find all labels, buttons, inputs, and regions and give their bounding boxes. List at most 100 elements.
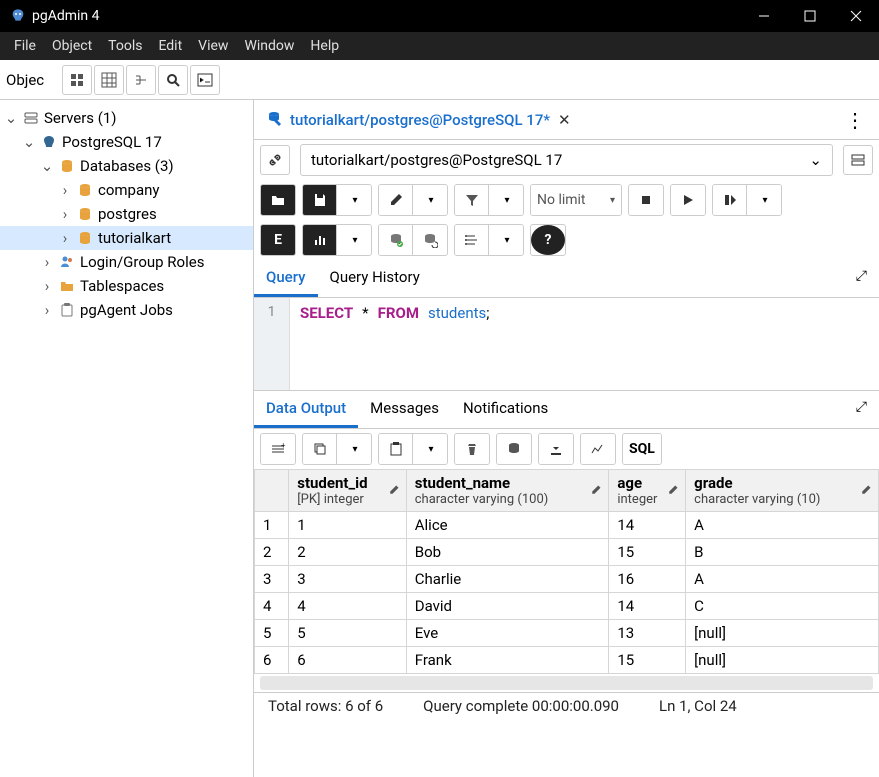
chevron-right-icon[interactable]: › [40, 253, 54, 271]
stop-button[interactable] [629, 185, 663, 215]
cell-student-id[interactable]: 6 [289, 647, 407, 674]
menu-help[interactable]: Help [310, 38, 339, 54]
tab-menu-button[interactable]: ⋮ [831, 108, 879, 132]
edit-column-icon[interactable] [388, 482, 400, 500]
cell-grade[interactable]: [null] [686, 647, 879, 674]
column-header[interactable]: student_id[PK] integer [289, 470, 407, 512]
paste-dropdown[interactable]: ▾ [413, 434, 447, 464]
filter-button[interactable] [455, 185, 489, 215]
editor-tab[interactable]: tutorialkart/postgres@PostgreSQL 17* ✕ [254, 110, 583, 130]
chevron-down-icon[interactable]: ⌄ [4, 109, 18, 127]
filter-dropdown[interactable]: ▾ [489, 185, 523, 215]
commit-button[interactable] [379, 225, 413, 255]
tree-postgresql17[interactable]: ⌄ PostgreSQL 17 [0, 130, 253, 154]
column-header[interactable]: student_namecharacter varying (100) [406, 470, 609, 512]
tree-tablespaces[interactable]: › Tablespaces [0, 274, 253, 298]
cell-age[interactable]: 13 [609, 620, 686, 647]
row-number[interactable]: 6 [255, 647, 289, 674]
window-maximize-button[interactable] [787, 0, 833, 32]
cell-grade[interactable]: A [686, 512, 879, 539]
table-row[interactable]: 44David14C [255, 593, 879, 620]
save-dropdown[interactable]: ▾ [337, 185, 371, 215]
cell-student-name[interactable]: Bob [406, 539, 609, 566]
cell-student-id[interactable]: 5 [289, 620, 407, 647]
graph-visualizer-button[interactable] [581, 434, 615, 464]
expand-output-icon[interactable]: ⤢ [844, 391, 879, 428]
tree-pgagent[interactable]: › pgAgent Jobs [0, 298, 253, 322]
edit-column-icon[interactable] [860, 482, 872, 500]
dependencies-icon[interactable] [126, 65, 156, 95]
tab-query[interactable]: Query [254, 260, 318, 297]
menu-view[interactable]: View [198, 38, 228, 54]
menu-object[interactable]: Object [52, 38, 92, 54]
limit-dropdown[interactable]: No limit ▾ [531, 185, 621, 215]
object-panel-header[interactable]: Objec [0, 60, 60, 99]
cell-grade[interactable]: B [686, 539, 879, 566]
rownum-header[interactable] [255, 470, 289, 512]
row-number[interactable]: 3 [255, 566, 289, 593]
horizontal-scrollbar[interactable] [260, 676, 873, 690]
edit-dropdown[interactable]: ▾ [413, 185, 447, 215]
menu-tools[interactable]: Tools [108, 38, 142, 54]
cell-student-name[interactable]: David [406, 593, 609, 620]
download-button[interactable] [539, 434, 573, 464]
properties-icon[interactable] [62, 65, 92, 95]
tree-login-roles[interactable]: › Login/Group Roles [0, 250, 253, 274]
row-number[interactable]: 2 [255, 539, 289, 566]
chevron-down-icon[interactable]: ⌄ [22, 133, 36, 151]
cell-student-id[interactable]: 4 [289, 593, 407, 620]
copy-dropdown[interactable]: ▾ [337, 434, 371, 464]
cell-student-id[interactable]: 3 [289, 566, 407, 593]
execute-button[interactable] [671, 185, 705, 215]
editor-content[interactable]: SELECT * FROM students; [290, 298, 499, 390]
chevron-right-icon[interactable]: › [58, 205, 72, 223]
column-header[interactable]: ageinteger [609, 470, 686, 512]
tree-databases[interactable]: ⌄ Databases (3) [0, 154, 253, 178]
grid-icon[interactable] [94, 65, 124, 95]
cell-grade[interactable]: C [686, 593, 879, 620]
chevron-right-icon[interactable]: › [40, 277, 54, 295]
table-row[interactable]: 33Charlie16A [255, 566, 879, 593]
rollback-button[interactable] [413, 225, 447, 255]
tab-close-icon[interactable]: ✕ [558, 111, 571, 129]
tab-query-history[interactable]: Query History [318, 260, 432, 297]
edit-button[interactable] [379, 185, 413, 215]
help-button[interactable]: ? [531, 225, 565, 255]
explain-button[interactable] [713, 185, 747, 215]
cell-age[interactable]: 15 [609, 647, 686, 674]
window-minimize-button[interactable] [741, 0, 787, 32]
chevron-right-icon[interactable]: › [40, 301, 54, 319]
row-number[interactable]: 4 [255, 593, 289, 620]
connection-dropdown[interactable]: tutorialkart/postgres@PostgreSQL 17 ⌄ [300, 144, 833, 176]
delete-row-button[interactable] [455, 434, 489, 464]
results-grid[interactable]: student_id[PK] integerstudent_namecharac… [254, 469, 879, 674]
explain-analyze-button[interactable]: E [261, 225, 295, 255]
table-row[interactable]: 22Bob15B [255, 539, 879, 566]
chevron-down-icon[interactable]: ⌄ [40, 157, 54, 175]
chevron-right-icon[interactable]: › [58, 181, 72, 199]
cell-age[interactable]: 14 [609, 593, 686, 620]
window-close-button[interactable] [833, 0, 879, 32]
tree-db-tutorialkart[interactable]: › tutorialkart [0, 226, 253, 250]
row-number[interactable]: 1 [255, 512, 289, 539]
paste-button[interactable] [379, 434, 413, 464]
explain-dropdown[interactable]: ▾ [747, 185, 781, 215]
explain-graphical-button[interactable] [303, 225, 337, 255]
tab-messages[interactable]: Messages [358, 391, 451, 428]
table-row[interactable]: 11Alice14A [255, 512, 879, 539]
edit-column-icon[interactable] [590, 482, 602, 500]
cell-student-name[interactable]: Alice [406, 512, 609, 539]
expand-editor-icon[interactable]: ⤢ [844, 260, 879, 297]
explain-graphical-dropdown[interactable]: ▾ [337, 225, 371, 255]
tree-servers[interactable]: ⌄ Servers (1) [0, 106, 253, 130]
cell-grade[interactable]: [null] [686, 620, 879, 647]
column-header[interactable]: gradecharacter varying (10) [686, 470, 879, 512]
search-icon[interactable] [158, 65, 188, 95]
copy-button[interactable] [303, 434, 337, 464]
cell-age[interactable]: 15 [609, 539, 686, 566]
cell-age[interactable]: 16 [609, 566, 686, 593]
macros-dropdown[interactable]: ▾ [489, 225, 523, 255]
save-button[interactable] [303, 185, 337, 215]
table-row[interactable]: 55Eve13[null] [255, 620, 879, 647]
tree-db-company[interactable]: › company [0, 178, 253, 202]
